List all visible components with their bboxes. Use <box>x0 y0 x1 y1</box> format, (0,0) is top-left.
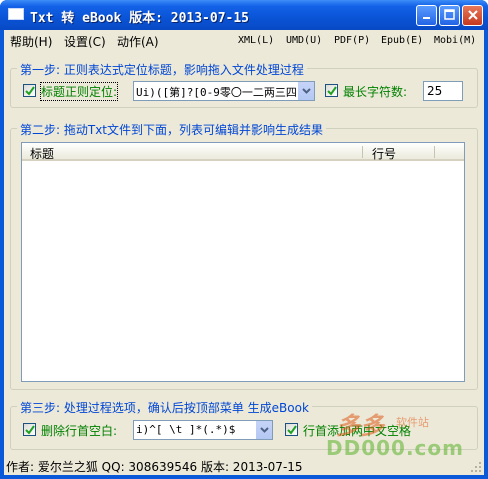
maximize-icon <box>443 9 455 20</box>
listview-header: 标题 行号 <box>22 143 464 161</box>
strip-checkbox-label[interactable]: 删除行首空白: <box>41 422 117 439</box>
regex-checkbox[interactable] <box>23 84 36 97</box>
menu-action[interactable]: 动作(A) <box>117 33 159 50</box>
maxlen-checkbox[interactable] <box>325 84 338 97</box>
regex-combo[interactable]: Ui)([第]?[0-9零〇一二两三四 <box>133 81 315 101</box>
strip-regex-value: i)^[ \t ]*(.*)$ <box>136 423 236 436</box>
column-separator[interactable] <box>362 146 363 158</box>
checkmark-icon <box>25 425 35 435</box>
menu-mobi[interactable]: Mobi(M) <box>434 35 476 46</box>
step1-legend: 第一步: 正则表达式定位标题，影响拖入文件处理过程 <box>17 61 307 78</box>
step2-legend: 第二步: 拖动Txt文件到下面，列表可编辑并影响生成结果 <box>17 121 326 138</box>
menu-umd[interactable]: UMD(U) <box>286 35 322 46</box>
resize-grip-icon[interactable] <box>470 461 482 473</box>
column-separator[interactable] <box>434 146 435 158</box>
window-title: Txt 转 eBook 版本: 2013-07-15 <box>30 11 250 26</box>
menu-help[interactable]: 帮助(H) <box>10 33 52 50</box>
maxlen-input[interactable]: 25 <box>423 81 463 101</box>
menu-bar: 帮助(H) 设置(C) 动作(A) XML(L) UMD(U) PDF(P) E… <box>4 30 484 50</box>
checkmark-icon <box>25 86 35 96</box>
strip-regex-dropdown[interactable] <box>255 421 272 439</box>
regex-combo-dropdown[interactable] <box>297 82 314 100</box>
menu-pdf[interactable]: PDF(P) <box>334 35 370 46</box>
column-header-title[interactable]: 标题 <box>30 145 54 162</box>
client-area: 帮助(H) 设置(C) 动作(A) XML(L) UMD(U) PDF(P) E… <box>4 30 484 475</box>
chevron-down-icon <box>302 88 311 94</box>
watermark-subtitle: 软件站 <box>396 416 429 429</box>
menu-xml[interactable]: XML(L) <box>238 35 274 46</box>
chevron-down-icon <box>260 427 269 433</box>
maximize-button[interactable] <box>439 5 460 26</box>
column-header-line[interactable]: 行号 <box>372 145 396 162</box>
strip-regex-combo[interactable]: i)^[ \t ]*(.*)$ <box>133 420 273 440</box>
menu-settings[interactable]: 设置(C) <box>64 33 106 50</box>
step1-group: 第一步: 正则表达式定位标题，影响拖入文件处理过程 标题正则定位: Ui)([第… <box>10 61 478 108</box>
regex-combo-value: Ui)([第]?[0-9零〇一二两三四 <box>136 86 297 99</box>
step2-group: 第二步: 拖动Txt文件到下面，列表可编辑并影响生成结果 标题 行号 <box>10 121 478 390</box>
status-text: 作者: 爱尔兰之狐 QQ: 308639546 版本: 2013-07-15 <box>6 460 303 474</box>
minimize-icon <box>422 17 430 19</box>
app-window: Txt 转 eBook 版本: 2013-07-15 帮助(H) 设置(C) 动… <box>0 0 488 479</box>
close-icon <box>467 10 478 20</box>
checkmark-icon <box>327 86 337 96</box>
minimize-button[interactable] <box>416 5 437 26</box>
maxlen-checkbox-label[interactable]: 最长字符数: <box>343 83 407 100</box>
regex-checkbox-label[interactable]: 标题正则定位: <box>39 82 119 101</box>
status-bar: 作者: 爱尔兰之狐 QQ: 308639546 版本: 2013-07-15 <box>4 455 484 475</box>
title-listview[interactable]: 标题 行号 <box>21 142 465 382</box>
menu-epub[interactable]: Epub(E) <box>381 35 423 46</box>
step3-legend: 第三步: 处理过程选项，确认后按顶部菜单 生成eBook <box>17 399 312 416</box>
app-icon <box>8 8 24 20</box>
strip-checkbox[interactable] <box>23 423 36 436</box>
title-bar[interactable]: Txt 转 eBook 版本: 2013-07-15 <box>0 0 488 30</box>
close-button[interactable] <box>462 5 483 26</box>
